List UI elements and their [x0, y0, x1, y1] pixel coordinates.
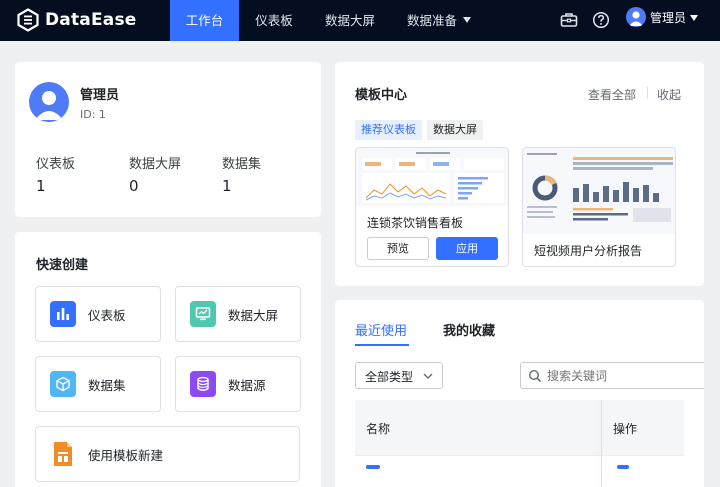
template-icon	[50, 441, 76, 467]
top-nav-bar: DataEase 工作台 仪表板 数据大屏 数据准备 管理员	[0, 0, 720, 41]
search-icon	[528, 369, 542, 383]
stat-value-dashboards: 1	[36, 177, 46, 195]
user-icon	[629, 11, 643, 26]
column-header-actions: 操作	[613, 422, 638, 436]
create-datasource-button[interactable]: 数据源	[175, 356, 301, 412]
column-header-name: 名称	[366, 422, 391, 436]
divider	[647, 87, 648, 99]
create-datasource-label: 数据源	[228, 378, 266, 393]
user-icon	[35, 91, 63, 120]
template-thumbnail	[356, 148, 508, 206]
tab-recent[interactable]: 最近使用	[355, 320, 407, 339]
profile-id: ID: 1	[80, 108, 106, 121]
tag-recommended-dashboards[interactable]: 推荐仪表板	[355, 120, 422, 140]
create-screen-button[interactable]: 数据大屏	[175, 286, 301, 342]
create-from-template-label: 使用模板新建	[88, 448, 164, 463]
recent-card: 最近使用 我的收藏 全部类型 名称 操作	[335, 300, 704, 487]
dashboard-thumbnail-image	[356, 148, 508, 206]
nav-item-data-prep-label: 数据准备	[406, 13, 457, 28]
tag-screens[interactable]: 数据大屏	[427, 120, 483, 140]
template-card-short-video[interactable]: 短视频用户分析报告	[522, 147, 676, 267]
report-thumbnail-image	[523, 148, 675, 234]
template-name: 连锁茶饮销售看板	[367, 216, 464, 230]
search-input[interactable]	[547, 366, 704, 385]
search-box[interactable]	[520, 362, 704, 389]
dataease-logo-icon	[17, 8, 39, 32]
toolbox-icon[interactable]	[559, 10, 579, 30]
template-preview-button[interactable]: 预览	[367, 237, 429, 260]
quick-create-title: 快速创建	[36, 258, 89, 273]
template-name: 短视频用户分析报告	[534, 244, 643, 258]
create-from-template-button[interactable]: 使用模板新建	[35, 426, 300, 482]
dataset-icon	[50, 371, 76, 397]
dashboard-icon	[50, 301, 76, 327]
create-screen-label: 数据大屏	[228, 308, 279, 323]
tab-favorites[interactable]: 我的收藏	[443, 320, 495, 339]
create-dashboard-button[interactable]: 仪表板	[35, 286, 161, 342]
nav-item-screen[interactable]: 数据大屏	[317, 0, 383, 41]
datasource-icon	[190, 371, 216, 397]
app-name: DataEase	[45, 10, 137, 30]
help-icon[interactable]	[591, 10, 611, 30]
stat-value-screens: 0	[129, 177, 139, 195]
type-filter-select[interactable]: 全部类型	[355, 362, 443, 389]
profile-name: 管理员	[80, 88, 120, 103]
profile-avatar	[29, 82, 69, 122]
template-thumbnail	[523, 148, 675, 234]
nav-item-dashboard[interactable]: 仪表板	[244, 0, 304, 41]
user-avatar[interactable]	[626, 7, 646, 27]
nav-item-data-prep[interactable]: 数据准备	[398, 0, 480, 41]
row-action-icon[interactable]	[617, 465, 629, 469]
type-filter-value: 全部类型	[365, 370, 414, 384]
stat-label-dashboards: 仪表板	[36, 157, 76, 172]
active-tab-indicator	[355, 344, 409, 346]
create-dashboard-label: 仪表板	[88, 308, 126, 323]
user-menu-chevron-icon[interactable]	[690, 15, 698, 21]
nav-item-workbench[interactable]: 工作台	[170, 0, 239, 41]
stat-label-datasets: 数据集	[222, 157, 262, 172]
create-dataset-button[interactable]: 数据集	[35, 356, 161, 412]
row-type-icon	[366, 465, 380, 469]
template-center-card: 模板中心 查看全部 收起 推荐仪表板 数据大屏 连锁茶饮销售看板 预览 应用 短…	[335, 62, 704, 286]
template-center-title: 模板中心	[355, 88, 408, 103]
template-card-tea-sales[interactable]: 连锁茶饮销售看板 预览 应用	[355, 147, 509, 267]
app-logo[interactable]: DataEase	[16, 6, 137, 34]
chevron-down-icon	[423, 373, 433, 379]
template-apply-button[interactable]: 应用	[436, 237, 498, 260]
stat-value-datasets: 1	[222, 177, 232, 195]
user-menu-name[interactable]: 管理员	[650, 0, 686, 41]
profile-card: 管理员 ID: 1 仪表板 1 数据大屏 0 数据集 1	[15, 62, 321, 217]
chevron-down-icon	[463, 17, 471, 23]
create-dataset-label: 数据集	[88, 378, 126, 393]
view-all-link[interactable]: 查看全部	[588, 86, 636, 103]
fixed-column-divider	[601, 400, 602, 487]
screen-icon	[190, 301, 216, 327]
quick-create-card: 快速创建 仪表板 数据大屏 数据集 数据源 使用模板新建	[15, 232, 321, 487]
stat-label-screens: 数据大屏	[129, 157, 182, 172]
collapse-link[interactable]: 收起	[657, 86, 681, 103]
